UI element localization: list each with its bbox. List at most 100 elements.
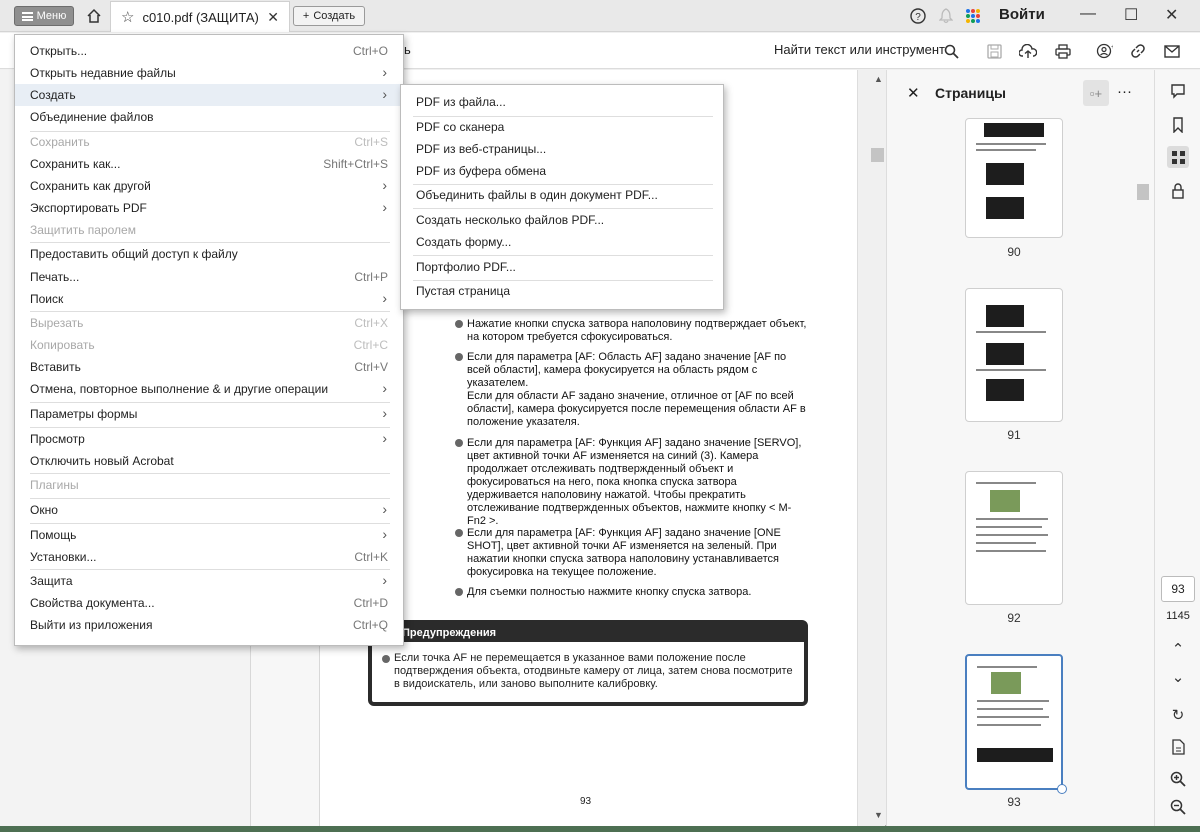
submenu-item-blank-page[interactable]: Пустая страница xyxy=(416,284,510,298)
menu-item-open-recent[interactable]: Открыть недавние файлы › xyxy=(15,62,403,84)
menu-shortcut: Ctrl+O xyxy=(352,44,388,58)
menu-item-label: Отключить новый Acrobat xyxy=(30,454,174,468)
submenu-item-create-multiple[interactable]: Создать несколько файлов PDF... xyxy=(416,213,604,227)
menu-shortcut: Ctrl+K xyxy=(354,550,388,564)
bell-icon[interactable] xyxy=(935,6,957,26)
close-panel-icon[interactable]: ✕ xyxy=(907,84,920,102)
scroll-thumb[interactable] xyxy=(871,148,884,162)
mail-icon[interactable] xyxy=(1161,41,1183,61)
minimize-icon[interactable]: — xyxy=(1080,5,1096,23)
submenu-item-combine-files[interactable]: Объединить файлы в один документ PDF... xyxy=(416,188,658,202)
pages-panel-scrollbar[interactable] xyxy=(1137,118,1151,826)
upload-cloud-icon[interactable] xyxy=(1017,41,1039,61)
lock-icon[interactable] xyxy=(1167,180,1189,202)
save-icon[interactable] xyxy=(983,41,1005,61)
document-scrollbar[interactable]: ▲ ▼ xyxy=(857,70,885,826)
total-pages: 1145 xyxy=(1166,610,1190,622)
create-submenu: PDF из файла... PDF со сканера PDF из ве… xyxy=(400,84,724,310)
link-icon[interactable] xyxy=(1127,41,1149,61)
share-user-icon[interactable]: + xyxy=(1093,41,1115,61)
bullet-icon xyxy=(455,353,463,361)
submenu-item-portfolio[interactable]: Портфолио PDF... xyxy=(416,260,516,274)
submenu-item-create-form[interactable]: Создать форму... xyxy=(416,235,511,249)
menu-item-label: Защитить паролем xyxy=(30,223,136,237)
find-tool-label[interactable]: Найти текст или инструмент xyxy=(774,42,945,57)
menu-item-open[interactable]: Открыть... Ctrl+O xyxy=(15,40,403,62)
zoom-out-icon[interactable] xyxy=(1167,796,1189,818)
close-window-icon[interactable]: ✕ xyxy=(1165,5,1178,25)
more-options-icon[interactable]: ··· xyxy=(1117,83,1132,100)
menu-item-label: Сохранить xyxy=(30,135,90,149)
submenu-item-pdf-from-clipboard[interactable]: PDF из буфера обмена xyxy=(416,164,546,178)
menu-separator xyxy=(413,208,713,209)
rotate-icon[interactable]: ↻ xyxy=(1167,704,1189,726)
doc-bullet-3: Если для параметра [AF: Функция AF] зада… xyxy=(467,437,802,527)
menu-item-print[interactable]: Печать... Ctrl+P xyxy=(15,266,403,288)
document-tab[interactable]: ☆ c010.pdf (ЗАЩИТА) ✕ xyxy=(110,1,290,32)
scroll-down-icon[interactable]: ▼ xyxy=(874,810,883,820)
pages-thumbnails-icon[interactable] xyxy=(1167,146,1189,168)
bullet-icon xyxy=(455,529,463,537)
bullet-icon xyxy=(455,320,463,328)
star-icon[interactable]: ☆ xyxy=(121,8,134,26)
home-button[interactable] xyxy=(82,4,106,28)
insert-page-icon[interactable]: ▫+ xyxy=(1083,80,1109,106)
submenu-item-pdf-from-webpage[interactable]: PDF из веб-страницы... xyxy=(416,142,546,156)
menu-shortcut: Ctrl+X xyxy=(354,316,388,330)
menu-item-window[interactable]: Окно › xyxy=(15,499,403,521)
chevron-right-icon: › xyxy=(382,430,387,446)
scroll-up-icon[interactable]: ▲ xyxy=(874,74,883,84)
menu-item-form-options[interactable]: Параметры формы › xyxy=(15,403,403,425)
menu-item-label: Открыть недавние файлы xyxy=(30,66,176,80)
comment-icon[interactable] xyxy=(1167,80,1189,102)
menu-item-view[interactable]: Просмотр › xyxy=(15,428,403,450)
menu-item-help[interactable]: Помощь › xyxy=(15,524,403,546)
menu-item-paste[interactable]: Вставить Ctrl+V xyxy=(15,356,403,378)
search-icon[interactable] xyxy=(940,41,962,61)
menu-item-undo-redo[interactable]: Отмена, повторное выполнение & и другие … xyxy=(15,378,403,400)
help-icon[interactable]: ? xyxy=(907,6,929,26)
create-tab-button[interactable]: + Создать xyxy=(293,6,365,26)
pages-panel-title: Страницы xyxy=(935,85,1006,101)
login-button[interactable]: Войти xyxy=(999,6,1045,23)
zoom-in-icon[interactable] xyxy=(1167,768,1189,790)
current-page-input[interactable]: 93 xyxy=(1161,576,1195,602)
previous-page-icon[interactable]: ⌃ xyxy=(1167,638,1189,660)
menu-item-save-as-other[interactable]: Сохранить как другой › xyxy=(15,175,403,197)
submenu-item-pdf-from-scanner[interactable]: PDF со сканера xyxy=(416,120,504,134)
menu-item-label: Свойства документа... xyxy=(30,596,155,610)
chevron-right-icon: › xyxy=(382,86,387,102)
resize-handle[interactable] xyxy=(1057,784,1067,794)
page-thumbnail-selected[interactable] xyxy=(965,654,1063,790)
menu-item-combine[interactable]: Объединение файлов xyxy=(15,106,403,128)
pages-scroll-thumb[interactable] xyxy=(1137,184,1149,200)
page-thumbnail[interactable] xyxy=(965,471,1063,605)
menu-item-label: Окно xyxy=(30,503,58,517)
doc-bullet-2: Если для параметра [AF: Область AF] зада… xyxy=(467,351,787,389)
submenu-item-pdf-from-file[interactable]: PDF из файла... xyxy=(416,95,506,109)
menu-item-export-pdf[interactable]: Экспортировать PDF › xyxy=(15,197,403,219)
maximize-icon[interactable]: ☐ xyxy=(1124,5,1138,25)
doc-bullet-4: Если для параметра [AF: Функция AF] зада… xyxy=(467,527,781,578)
menu-item-copy: Копировать Ctrl+C xyxy=(15,334,403,356)
menu-item-create[interactable]: Создать › xyxy=(15,84,403,106)
menu-item-share[interactable]: Предоставить общий доступ к файлу xyxy=(15,243,403,265)
close-tab-icon[interactable]: ✕ xyxy=(267,9,279,26)
menu-item-protection[interactable]: Защита › xyxy=(15,570,403,592)
menu-item-document-properties[interactable]: Свойства документа... Ctrl+D xyxy=(15,592,403,614)
menu-item-preferences[interactable]: Установки... Ctrl+K xyxy=(15,546,403,568)
menu-item-exit[interactable]: Выйти из приложения Ctrl+Q xyxy=(15,614,403,636)
menu-button-label: Меню xyxy=(36,10,67,22)
page-thumbnail[interactable] xyxy=(965,118,1063,238)
bookmark-icon[interactable] xyxy=(1167,114,1189,136)
menu-item-disable-new-acrobat[interactable]: Отключить новый Acrobat xyxy=(15,450,403,472)
menu-item-search[interactable]: Поиск › xyxy=(15,288,403,310)
menu-item-save-as[interactable]: Сохранить как... Shift+Ctrl+S xyxy=(15,153,403,175)
page-thumbnail[interactable] xyxy=(965,288,1063,422)
print-icon[interactable] xyxy=(1052,41,1074,61)
page-fit-icon[interactable] xyxy=(1167,736,1189,758)
menu-button[interactable]: Меню xyxy=(14,6,74,26)
apps-grid-icon[interactable] xyxy=(962,6,984,26)
warning-title: Предупреждения xyxy=(372,624,804,642)
next-page-icon[interactable]: ⌄ xyxy=(1167,666,1189,688)
